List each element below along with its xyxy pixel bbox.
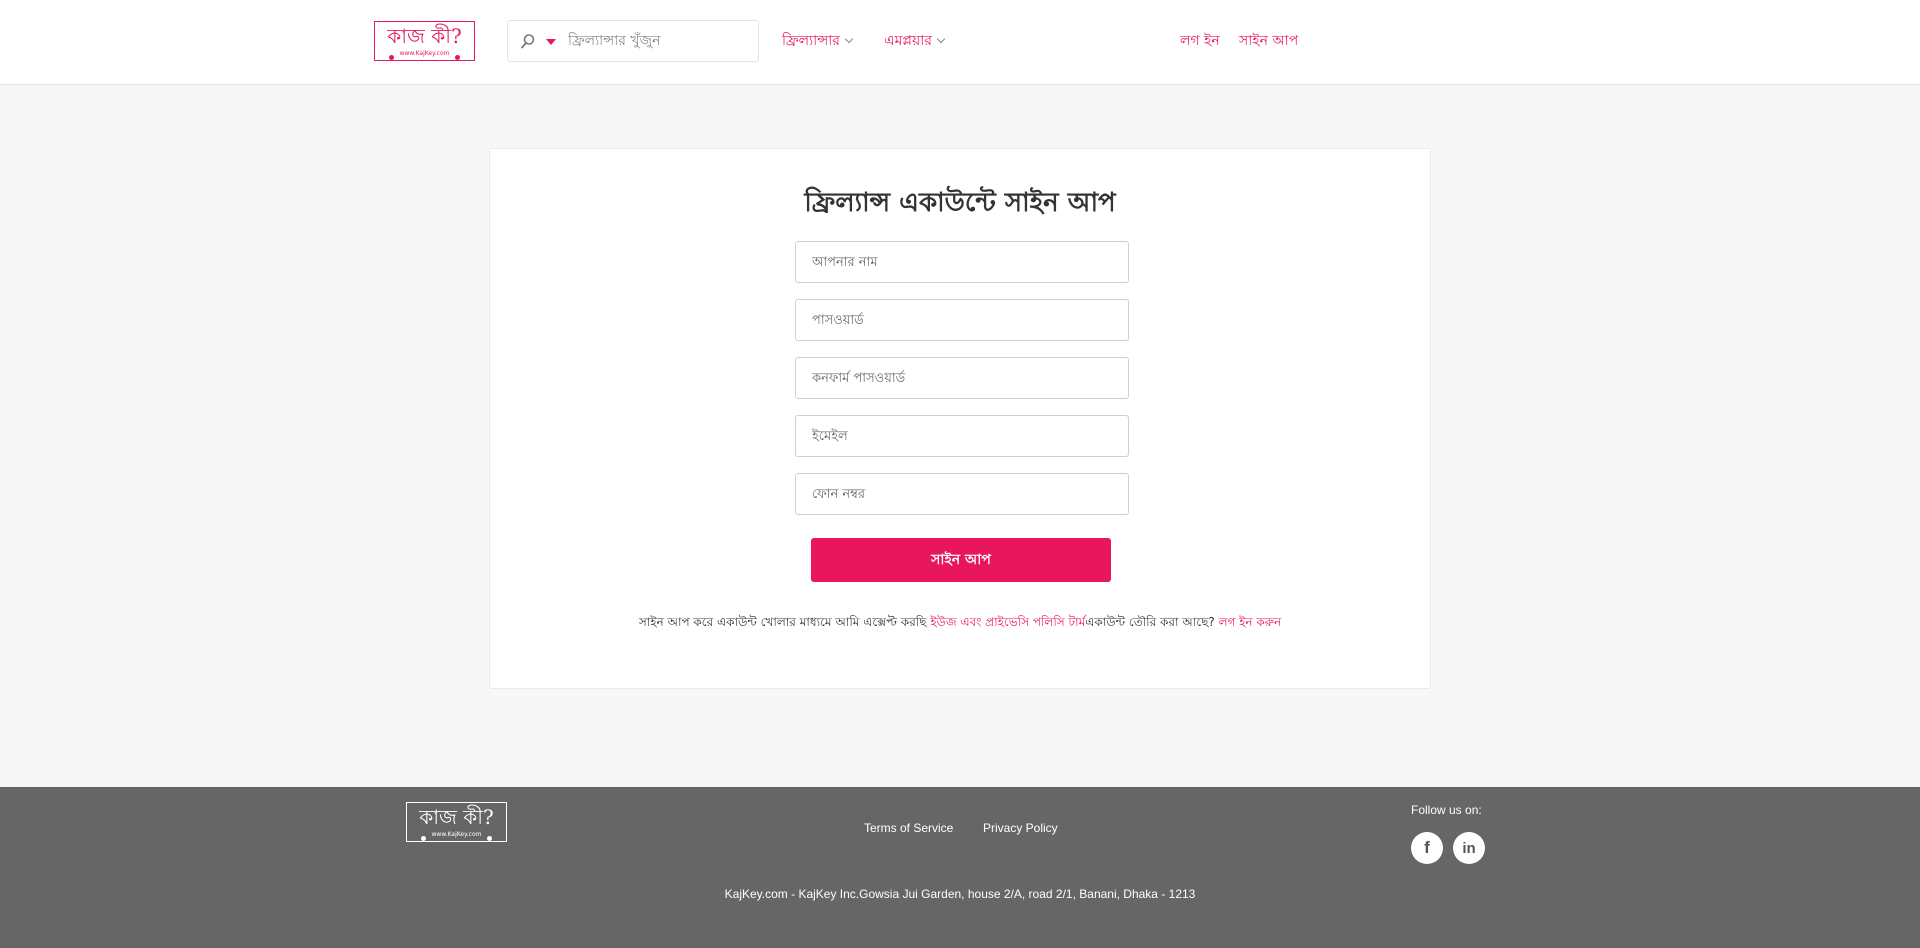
- email-field[interactable]: [795, 415, 1129, 457]
- facebook-icon[interactable]: f: [1411, 832, 1443, 864]
- search-input[interactable]: [568, 27, 748, 55]
- terms-line: সাইন আপ করে একাউন্ট খোলার মাধ্যমে আমি এক…: [490, 614, 1430, 630]
- footer-logo[interactable]: কাজ কী? www.KajKey.com: [406, 802, 507, 842]
- page-title: ফ্রিল্যান্স একাউন্টে সাইন আপ: [804, 188, 1116, 218]
- privacy-policy-link[interactable]: Privacy Policy: [983, 821, 1058, 835]
- terms-link[interactable]: ইউজ এবং প্রাইভেসি পলিসি টার্ম: [930, 615, 1085, 629]
- search-icon[interactable]: [520, 33, 536, 49]
- nav-freelancer-menu[interactable]: ফ্রিল্যান্সার: [782, 32, 854, 50]
- phone-field[interactable]: [795, 473, 1129, 515]
- nav-login-link[interactable]: লগ ইন: [1180, 32, 1220, 50]
- logo-text: কাজ কী?: [387, 24, 462, 48]
- search-type-dropdown-icon[interactable]: [546, 39, 556, 45]
- nav-freelancer-label: ফ্রিল্যান্সার: [782, 33, 840, 49]
- follow-label: Follow us on:: [1411, 803, 1482, 817]
- nav-signup-link[interactable]: সাইন আপ: [1239, 32, 1298, 50]
- name-field[interactable]: [795, 241, 1129, 283]
- footer-address: KajKey.com - KajKey Inc.Gowsia Jui Garde…: [724, 887, 1196, 901]
- logo-dot: [487, 836, 492, 841]
- chevron-down-icon: [844, 34, 854, 44]
- terms-of-service-link[interactable]: Terms of Service: [864, 821, 953, 835]
- login-link[interactable]: লগ ইন করুন: [1219, 615, 1282, 629]
- site-logo[interactable]: কাজ কী? www.KajKey.com: [374, 21, 475, 61]
- logo-dot: [455, 55, 460, 60]
- nav-employer-menu[interactable]: এমপ্লয়ার: [884, 32, 946, 50]
- nav-employer-label: এমপ্লয়ার: [884, 33, 932, 49]
- footer-logo-text: কাজ কী?: [419, 805, 494, 829]
- search-box: [507, 20, 759, 62]
- chevron-down-icon: [936, 34, 946, 44]
- terms-prefix: সাইন আপ করে একাউন্ট খোলার মাধ্যমে আমি এক…: [638, 615, 931, 629]
- confirm-password-field[interactable]: [795, 357, 1129, 399]
- signup-card: ফ্রিল্যান্স একাউন্টে সাইন আপ সাইন আপ সাই…: [489, 148, 1431, 689]
- linkedin-icon[interactable]: in: [1453, 832, 1485, 864]
- site-header: কাজ কী? www.KajKey.com ফ্রিল্যান্সার এমপ…: [0, 0, 1920, 85]
- signup-button[interactable]: সাইন আপ: [811, 538, 1111, 582]
- site-footer: কাজ কী? www.KajKey.com Terms of Service …: [0, 787, 1920, 948]
- password-field[interactable]: [795, 299, 1129, 341]
- have-account-text: একাউন্ট তৌরি করা আছে?: [1085, 615, 1219, 629]
